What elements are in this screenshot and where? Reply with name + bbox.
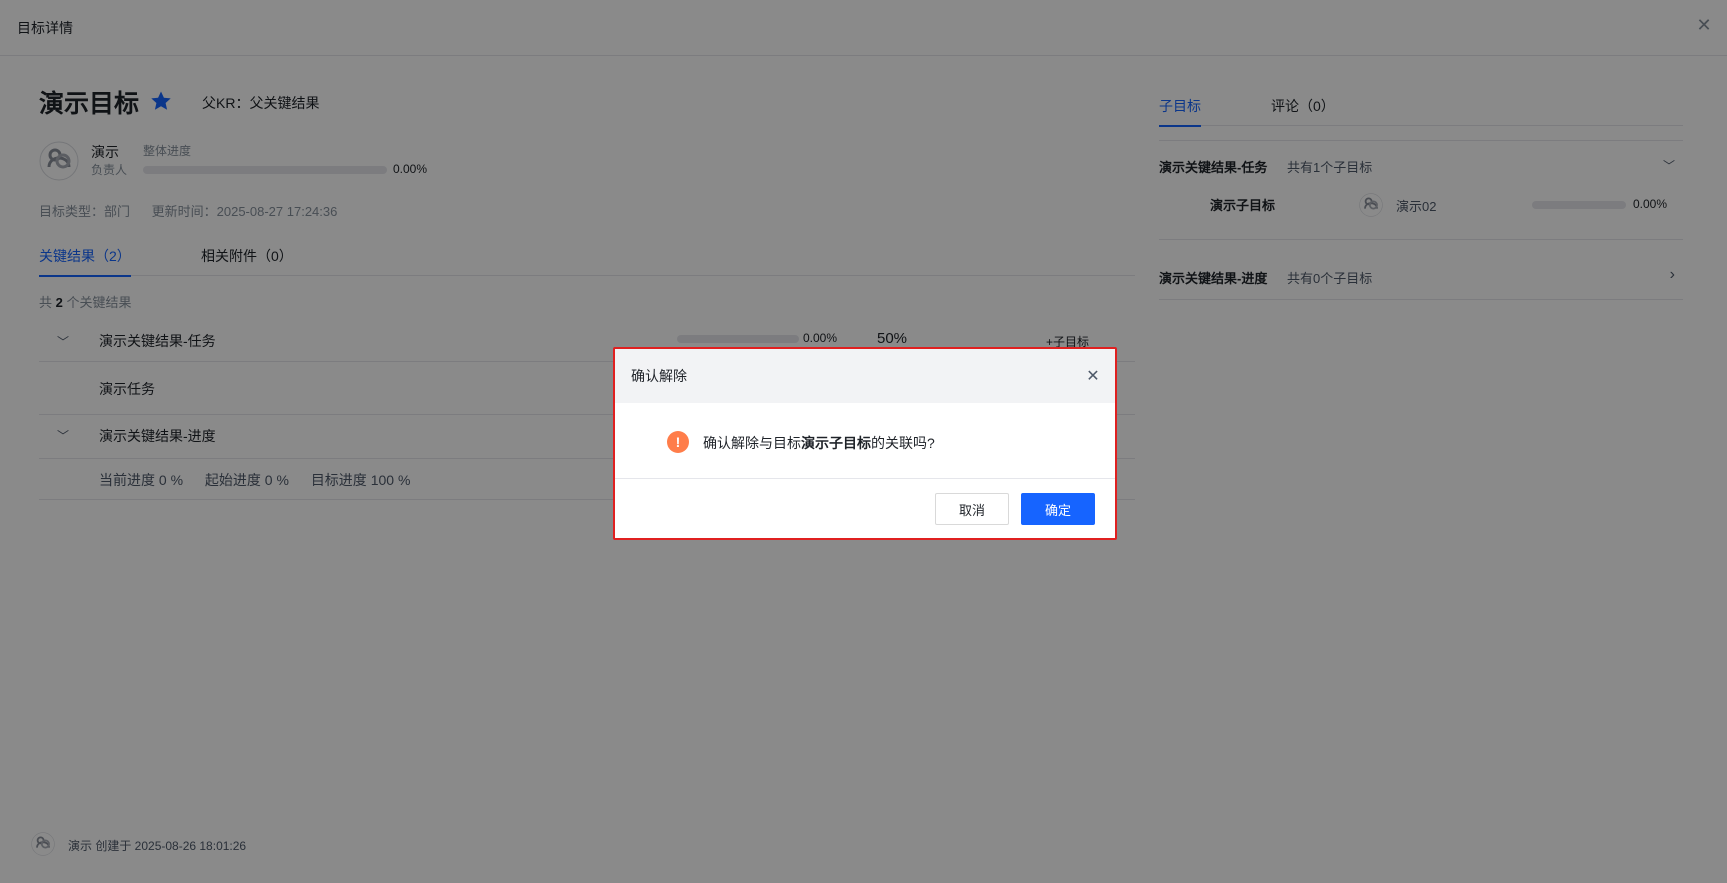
dialog-header: 确认解除 xyxy=(615,349,1115,403)
close-icon[interactable]: ✕ xyxy=(1085,369,1101,385)
confirm-button[interactable]: 确定 xyxy=(1021,493,1095,525)
dialog-divider xyxy=(615,478,1115,479)
dialog-message-prefix: 确认解除与目标 xyxy=(703,435,801,451)
cancel-button[interactable]: 取消 xyxy=(935,493,1009,525)
dialog-message: 确认解除与目标演示子目标的关联吗? xyxy=(703,433,935,453)
confirm-dialog: 确认解除 ✕ ! 确认解除与目标演示子目标的关联吗? 取消 确定 xyxy=(613,347,1117,540)
dialog-title: 确认解除 xyxy=(631,368,687,384)
dialog-message-suffix: 的关联吗? xyxy=(871,435,935,451)
dialog-message-target: 演示子目标 xyxy=(801,435,871,451)
warning-icon: ! xyxy=(667,431,689,453)
